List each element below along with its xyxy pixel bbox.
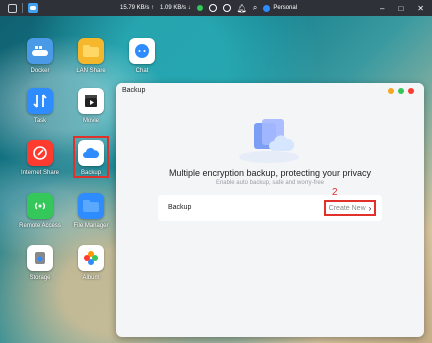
download-rate: 1.09 KB/s ↓ bbox=[160, 5, 191, 11]
search-icon[interactable]: ⌕ bbox=[253, 3, 257, 13]
system-top-bar: 15.79 KB/s ↑ 1.09 KB/s ↓ 🔔︎ ⌕ Personal –… bbox=[0, 0, 432, 16]
backup-illustration-icon bbox=[234, 113, 304, 165]
user-menu[interactable]: Personal bbox=[263, 4, 298, 12]
close-light-icon[interactable] bbox=[408, 88, 414, 94]
divider bbox=[22, 3, 23, 13]
backup-app-tab-icon[interactable] bbox=[28, 3, 38, 13]
clapper-icon bbox=[78, 88, 104, 114]
backup-card: Backup Create New › bbox=[158, 195, 382, 221]
desktop-app-lan-share[interactable]: LAN Share bbox=[62, 38, 120, 74]
minimize-icon[interactable]: – bbox=[380, 4, 384, 13]
share-icon bbox=[27, 140, 53, 166]
create-new-label: Create New bbox=[328, 204, 366, 212]
bell-icon[interactable]: 🔔︎ bbox=[237, 4, 247, 13]
app-label: Storage bbox=[29, 275, 51, 281]
minimize-light-icon[interactable] bbox=[388, 88, 394, 94]
subtitle: Enable auto backup, safe and worry-free bbox=[215, 180, 325, 186]
app-label: Internet Share bbox=[20, 170, 60, 176]
backup-card-label: Backup bbox=[168, 204, 192, 211]
desktop-app-movie[interactable]: Movie bbox=[62, 88, 120, 124]
chat-icon bbox=[129, 38, 155, 64]
create-new-button[interactable]: Create New › bbox=[324, 200, 376, 216]
wireless-icon bbox=[27, 193, 53, 219]
app-label: Task bbox=[33, 118, 47, 124]
close-icon[interactable]: ✕ bbox=[417, 4, 424, 13]
desktop-app-remote-access[interactable]: Remote Access bbox=[11, 193, 69, 229]
upload-rate: 15.79 KB/s ↑ bbox=[120, 5, 155, 11]
folder-icon bbox=[78, 38, 104, 64]
app-label: LAN Share bbox=[76, 68, 106, 74]
desktop-app-album[interactable]: Album bbox=[62, 245, 120, 281]
desktop-app-task[interactable]: Task bbox=[11, 88, 69, 124]
docker-icon bbox=[27, 38, 53, 64]
settings-icon[interactable] bbox=[208, 4, 217, 12]
desktop: 15.79 KB/s ↑ 1.09 KB/s ↓ 🔔︎ ⌕ Personal –… bbox=[0, 0, 432, 343]
desktop-app-docker[interactable]: Docker bbox=[11, 38, 69, 74]
window-switcher-icon[interactable] bbox=[8, 3, 17, 13]
maximize-icon[interactable]: □ bbox=[398, 4, 403, 13]
app-label: Docker bbox=[30, 68, 50, 74]
app-label: Chat bbox=[135, 68, 149, 74]
headline: Multiple encryption backup, protecting y… bbox=[168, 168, 372, 178]
chevron-right-icon: › bbox=[368, 203, 372, 213]
app-label: File Manager bbox=[73, 223, 109, 229]
storage-icon bbox=[27, 245, 53, 271]
app-label: Remote Access bbox=[19, 223, 61, 229]
selection-highlight-backup bbox=[73, 136, 109, 178]
app-label: Movie bbox=[82, 118, 99, 124]
app-label: Album bbox=[82, 275, 100, 281]
transfer-icon bbox=[27, 88, 53, 114]
avatar bbox=[263, 4, 271, 12]
user-name: Personal bbox=[273, 5, 298, 11]
desktop-app-internet-share[interactable]: Internet Share bbox=[11, 140, 69, 176]
status-dot-icon[interactable] bbox=[196, 5, 203, 11]
desktop-app-storage[interactable]: Storage bbox=[11, 245, 69, 281]
backup-window: Backup Multiple encryption backup, prote… bbox=[116, 83, 424, 337]
album-icon bbox=[78, 245, 104, 271]
step-marker: 2 bbox=[332, 187, 338, 198]
block-icon[interactable] bbox=[222, 4, 231, 12]
folder-blue-icon bbox=[78, 193, 104, 219]
desktop-app-chat[interactable]: Chat bbox=[113, 38, 171, 74]
desktop-app-file-manager[interactable]: File Manager bbox=[62, 193, 120, 229]
window-controls bbox=[388, 88, 414, 94]
maximize-light-icon[interactable] bbox=[398, 88, 404, 94]
window-title: Backup bbox=[116, 83, 424, 99]
